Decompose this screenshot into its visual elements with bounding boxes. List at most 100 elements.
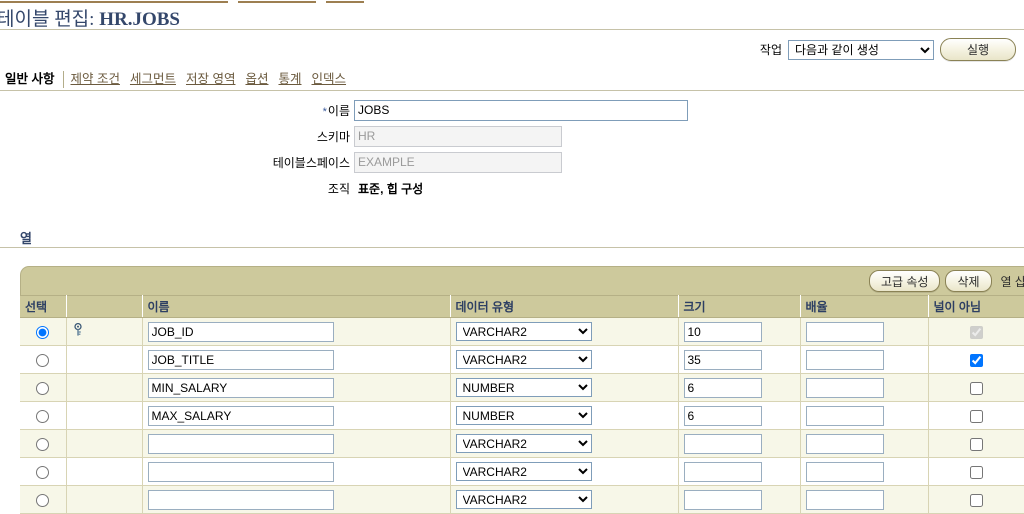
tab-storage[interactable]: 저장 영역 bbox=[180, 71, 239, 88]
row-select-radio[interactable] bbox=[36, 465, 50, 479]
field-row-tablespace: 테이블스페이스 bbox=[0, 150, 1024, 174]
column-data-type-select[interactable]: VARCHAR2NUMBERDATECHARCLOB bbox=[455, 350, 592, 369]
row-name-cell bbox=[142, 429, 451, 458]
column-scale-input[interactable] bbox=[805, 433, 884, 454]
row-name-cell bbox=[142, 317, 451, 346]
column-size-input[interactable] bbox=[683, 461, 762, 482]
column-data-type-select[interactable]: VARCHAR2NUMBERDATECHARCLOB bbox=[455, 462, 592, 481]
tablespace-label: 테이블스페이스 bbox=[272, 155, 350, 170]
column-size-input[interactable] bbox=[683, 405, 762, 426]
column-data-type-select[interactable]: VARCHAR2NUMBERDATECHARCLOB bbox=[455, 378, 592, 397]
name-label-cell: *이름 bbox=[0, 102, 354, 119]
column-not-null-checkbox[interactable] bbox=[969, 437, 983, 451]
tab-bar: 일반 사항 제약 조건 세그먼트 저장 영역 옵션 통계 인덱스 bbox=[0, 68, 1024, 88]
go-button[interactable]: 실행 bbox=[940, 38, 1016, 61]
row-data-type-cell: VARCHAR2NUMBERDATECHARCLOB bbox=[450, 401, 679, 430]
column-scale-input[interactable] bbox=[805, 405, 884, 426]
tab-constraints[interactable]: 제약 조건 bbox=[64, 71, 123, 88]
row-not-null-cell bbox=[928, 485, 1024, 514]
row-not-null-cell bbox=[928, 429, 1024, 458]
column-name-input[interactable] bbox=[147, 349, 334, 370]
advanced-attributes-button[interactable]: 고급 속성 bbox=[868, 270, 941, 292]
row-size-cell bbox=[678, 457, 801, 486]
schema-label: 스키마 bbox=[316, 129, 350, 144]
column-scale-input[interactable] bbox=[805, 377, 884, 398]
row-key-cell bbox=[66, 401, 143, 430]
page-title-area: 테이블 편집: HR.JOBS bbox=[0, 3, 1024, 31]
columns-table-body: VARCHAR2NUMBERDATECHARCLOB VARCHAR2NUMBER… bbox=[20, 317, 1024, 514]
column-data-type-select[interactable]: VARCHAR2NUMBERDATECHARCLOB bbox=[455, 490, 592, 509]
tab-indexes[interactable]: 인덱스 bbox=[306, 71, 351, 88]
row-name-cell bbox=[142, 485, 451, 514]
column-not-null-checkbox[interactable] bbox=[969, 493, 983, 507]
row-select-radio[interactable] bbox=[36, 409, 50, 423]
columns-toolbar: 고급 속성 삭제 열 삽입 bbox=[20, 266, 1024, 295]
table-row: VARCHAR2NUMBERDATECHARCLOB bbox=[20, 373, 1024, 402]
column-not-null-checkbox[interactable] bbox=[969, 409, 983, 423]
column-name-input[interactable] bbox=[147, 461, 334, 482]
column-name-input[interactable] bbox=[147, 489, 334, 510]
row-select-radio[interactable] bbox=[36, 325, 50, 339]
tab-general[interactable]: 일반 사항 bbox=[0, 71, 65, 88]
row-name-cell bbox=[142, 373, 451, 402]
column-not-null-checkbox[interactable] bbox=[969, 381, 983, 395]
table-row: VARCHAR2NUMBERDATECHARCLOB bbox=[20, 485, 1024, 514]
header-not-null: 널이 아님 bbox=[928, 295, 1024, 318]
column-size-input[interactable] bbox=[683, 489, 762, 510]
organization-value: 표준, 힙 구성 bbox=[358, 181, 424, 196]
header-size: 크기 bbox=[678, 295, 801, 318]
column-name-input[interactable] bbox=[147, 321, 334, 342]
column-scale-input[interactable] bbox=[805, 461, 884, 482]
row-scale-cell bbox=[800, 317, 929, 346]
table-row: VARCHAR2NUMBERDATECHARCLOB bbox=[20, 317, 1024, 346]
column-size-input[interactable] bbox=[683, 321, 762, 342]
delete-button[interactable]: 삭제 bbox=[945, 270, 992, 292]
row-data-type-cell: VARCHAR2NUMBERDATECHARCLOB bbox=[450, 345, 679, 374]
column-scale-input[interactable] bbox=[805, 489, 884, 510]
row-not-null-cell bbox=[928, 401, 1024, 430]
column-name-input[interactable] bbox=[147, 405, 334, 426]
row-data-type-cell: VARCHAR2NUMBERDATECHARCLOB bbox=[450, 317, 679, 346]
tab-segments[interactable]: 세그먼트 bbox=[124, 71, 180, 88]
schema-input bbox=[354, 125, 562, 147]
row-select-cell bbox=[20, 317, 67, 346]
row-select-radio[interactable] bbox=[36, 493, 50, 507]
column-data-type-select[interactable]: VARCHAR2NUMBERDATECHARCLOB bbox=[455, 322, 592, 341]
action-select[interactable]: 다음과 같이 생성 bbox=[788, 39, 934, 60]
row-size-cell bbox=[678, 345, 801, 374]
row-size-cell bbox=[678, 373, 801, 402]
row-data-type-cell: VARCHAR2NUMBERDATECHARCLOB bbox=[450, 429, 679, 458]
column-data-type-select[interactable]: VARCHAR2NUMBERDATECHARCLOB bbox=[455, 406, 592, 425]
row-select-radio[interactable] bbox=[36, 437, 50, 451]
insert-column-button[interactable]: 열 삽입 bbox=[997, 273, 1024, 290]
columns-section-heading: 열 bbox=[20, 231, 32, 246]
row-size-cell bbox=[678, 429, 801, 458]
tab-options[interactable]: 옵션 bbox=[239, 71, 272, 88]
row-key-cell bbox=[66, 429, 143, 458]
row-select-radio[interactable] bbox=[36, 353, 50, 367]
row-data-type-cell: VARCHAR2NUMBERDATECHARCLOB bbox=[450, 373, 679, 402]
columns-section-divider bbox=[0, 247, 1024, 248]
column-scale-input[interactable] bbox=[805, 349, 884, 370]
tab-statistics[interactable]: 통계 bbox=[272, 71, 305, 88]
column-size-input[interactable] bbox=[683, 349, 762, 370]
column-not-null-checkbox[interactable] bbox=[969, 353, 983, 367]
name-input[interactable] bbox=[354, 99, 688, 121]
row-name-cell bbox=[142, 345, 451, 374]
row-scale-cell bbox=[800, 345, 929, 374]
columns-table-header-row: 선택 이름 데이터 유형 크기 배율 널이 아님 bbox=[20, 295, 1024, 318]
column-name-input[interactable] bbox=[147, 377, 334, 398]
row-select-radio[interactable] bbox=[36, 381, 50, 395]
column-size-input[interactable] bbox=[683, 377, 762, 398]
page-title-object: HR.JOBS bbox=[99, 9, 180, 30]
column-name-input[interactable] bbox=[147, 433, 334, 454]
required-marker-icon: * bbox=[322, 105, 327, 118]
column-scale-input[interactable] bbox=[805, 321, 884, 342]
column-size-input[interactable] bbox=[683, 433, 762, 454]
column-not-null-checkbox[interactable] bbox=[969, 465, 983, 479]
column-data-type-select[interactable]: VARCHAR2NUMBERDATECHARCLOB bbox=[455, 434, 592, 453]
row-key-cell bbox=[66, 345, 143, 374]
page-title: 테이블 편집: HR.JOBS bbox=[0, 4, 180, 31]
row-scale-cell bbox=[800, 401, 929, 430]
row-select-cell bbox=[20, 401, 67, 430]
